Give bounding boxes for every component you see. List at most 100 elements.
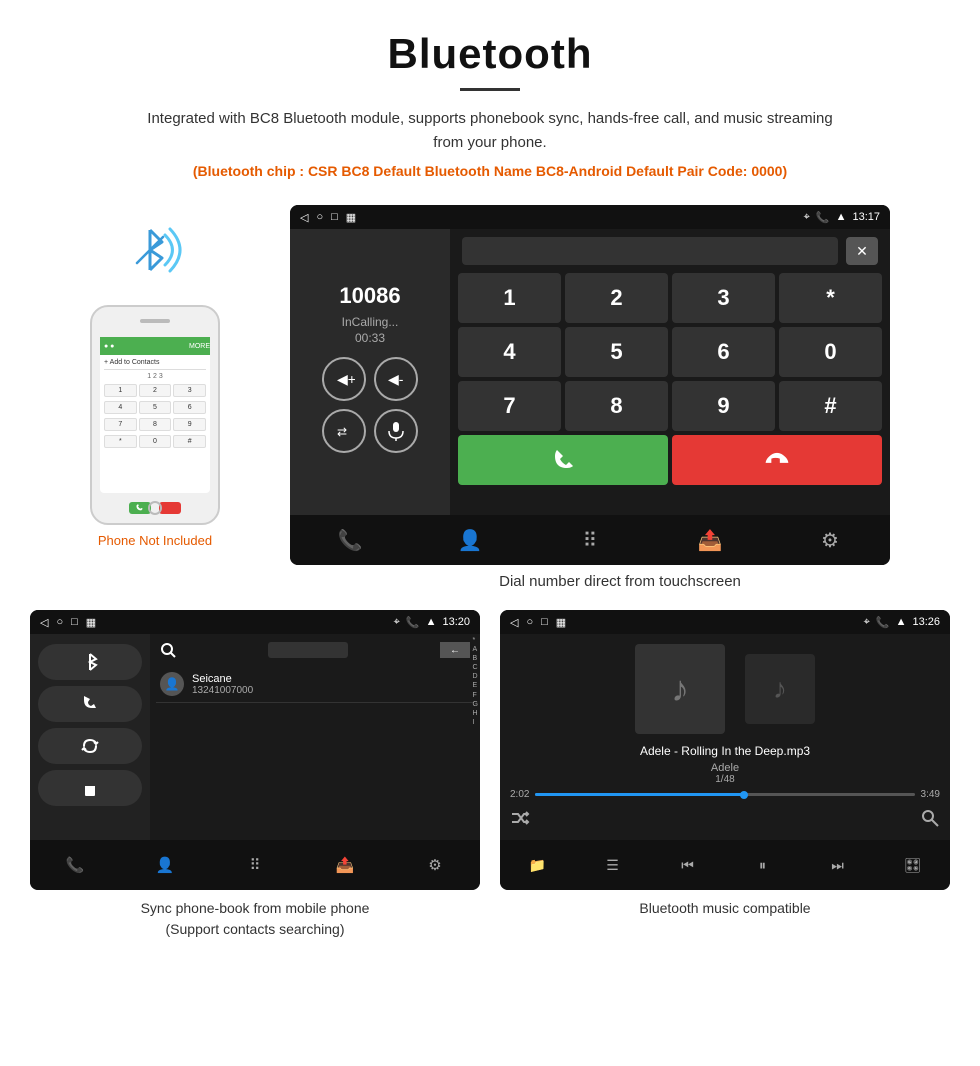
volume-up-icon: ◀+ bbox=[333, 368, 355, 390]
transfer-btn[interactable]: ⇄ bbox=[322, 409, 366, 453]
pb-screenshot-icon[interactable]: ▦ bbox=[86, 616, 96, 629]
phone-home-btn[interactable] bbox=[148, 501, 162, 515]
phone-not-included-label: Phone Not Included bbox=[98, 533, 212, 548]
dial-nav-bar: 📞 👤 ⠿ 📤 ⚙ bbox=[290, 515, 890, 565]
music-nav-folder-icon[interactable]: 📁 bbox=[518, 857, 558, 874]
music-screenshot-icon[interactable]: ▦ bbox=[556, 616, 566, 629]
music-nav-play-icon[interactable]: ⏸ bbox=[743, 857, 783, 874]
phone-key[interactable]: 2 bbox=[139, 384, 172, 397]
pb-nav-transfer-icon[interactable]: 📤 bbox=[325, 856, 365, 874]
shuffle-icon[interactable] bbox=[510, 808, 530, 828]
key-4[interactable]: 4 bbox=[458, 327, 561, 377]
call-btn[interactable] bbox=[458, 435, 668, 485]
page-header: Bluetooth Integrated with BC8 Bluetooth … bbox=[0, 0, 980, 195]
home-circle-icon[interactable]: ○ bbox=[316, 211, 323, 224]
back-arrow-icon[interactable]: ◁ bbox=[300, 211, 308, 224]
music-time-current: 2:02 bbox=[510, 789, 529, 800]
phone-key[interactable]: # bbox=[173, 435, 206, 448]
pb-back-icon[interactable]: ◁ bbox=[40, 616, 48, 629]
phone-end-btn[interactable] bbox=[159, 502, 181, 514]
phone-keypad-row4: * 0 # bbox=[104, 435, 206, 448]
phone-screen: ● ● MORE + Add to Contacts 1 2 3 1 2 3 bbox=[100, 337, 210, 493]
nav-transfer-icon[interactable]: 📤 bbox=[690, 528, 730, 553]
phone-key[interactable]: 7 bbox=[104, 418, 137, 431]
key-5[interactable]: 5 bbox=[565, 327, 668, 377]
key-6[interactable]: 6 bbox=[672, 327, 775, 377]
nav-contacts-icon[interactable]: 👤 bbox=[450, 528, 490, 553]
search-music-icon[interactable] bbox=[920, 808, 940, 828]
contact-avatar: 👤 bbox=[160, 672, 184, 696]
pb-home-icon[interactable]: ○ bbox=[56, 616, 63, 629]
dial-input-field[interactable] bbox=[462, 237, 838, 265]
phone-screen-header: ● ● MORE bbox=[100, 337, 210, 355]
screenshot-icon[interactable]: ▦ bbox=[346, 211, 356, 224]
mic-btn[interactable] bbox=[374, 409, 418, 453]
music-home-icon[interactable]: ○ bbox=[526, 616, 533, 629]
music-status-bar: ◁ ○ □ ▦ ⌖ 📞 ▲ 13:26 bbox=[500, 610, 950, 634]
key-2[interactable]: 2 bbox=[565, 273, 668, 323]
music-screen: ◁ ○ □ ▦ ⌖ 📞 ▲ 13:26 bbox=[500, 610, 950, 890]
pb-status-right: ⌖ 📞 ▲ 13:20 bbox=[394, 616, 470, 629]
phone-key[interactable]: * bbox=[104, 435, 137, 448]
transfer-icon: ⇄ bbox=[333, 420, 355, 442]
phone-key[interactable]: 1 bbox=[104, 384, 137, 397]
pb-contact-entry[interactable]: 👤 Seicane 13241007000 bbox=[156, 666, 474, 703]
search-input[interactable] bbox=[268, 642, 348, 658]
page-title: Bluetooth bbox=[20, 30, 960, 78]
end-btn[interactable] bbox=[672, 435, 882, 485]
key-7[interactable]: 7 bbox=[458, 381, 561, 431]
music-time-total: 3:49 bbox=[921, 789, 940, 800]
key-1[interactable]: 1 bbox=[458, 273, 561, 323]
key-0[interactable]: 0 bbox=[779, 327, 882, 377]
dial-delete-btn[interactable]: ✕ bbox=[846, 237, 878, 265]
music-back-icon[interactable]: ◁ bbox=[510, 616, 518, 629]
nav-settings-icon[interactable]: ⚙ bbox=[810, 528, 850, 553]
key-8[interactable]: 8 bbox=[565, 381, 668, 431]
phone-key[interactable]: 9 bbox=[173, 418, 206, 431]
call-status-icon: 📞 bbox=[816, 211, 830, 224]
nav-keypad-icon[interactable]: ⠿ bbox=[570, 528, 610, 553]
search-icon[interactable] bbox=[160, 642, 176, 658]
back-btn[interactable]: ← bbox=[440, 642, 470, 658]
pb-nav-contacts-icon[interactable]: 👤 bbox=[145, 856, 185, 874]
phone-key[interactable]: 3 bbox=[173, 384, 206, 397]
dial-screen-container: ◁ ○ □ ▦ ⌖ 📞 ▲ 13:17 bbox=[290, 205, 950, 590]
phone-illustration: ● ● MORE + Add to Contacts 1 2 3 1 2 3 bbox=[90, 305, 220, 525]
pb-nav-keypad-icon[interactable]: ⠿ bbox=[235, 856, 275, 874]
key-3[interactable]: 3 bbox=[672, 273, 775, 323]
music-nav-list-icon[interactable]: ☰ bbox=[593, 857, 633, 874]
pb-recents-icon[interactable]: □ bbox=[71, 616, 78, 629]
pb-call-icon: 📞 bbox=[406, 616, 420, 629]
pb-call-btn[interactable] bbox=[38, 686, 142, 722]
key-9[interactable]: 9 bbox=[672, 381, 775, 431]
music-progress-bar[interactable] bbox=[535, 793, 914, 796]
key-star[interactable]: * bbox=[779, 273, 882, 323]
dial-screen-caption: Dial number direct from touchscreen bbox=[290, 573, 950, 590]
pb-delete-btn[interactable] bbox=[38, 770, 142, 806]
pb-contacts-list: ← * A B C D E F G H bbox=[150, 634, 480, 840]
bluetooth-icon bbox=[80, 652, 100, 672]
phone-key[interactable]: 8 bbox=[139, 418, 172, 431]
svg-text:◀+: ◀+ bbox=[337, 371, 355, 387]
contact-number: 13241007000 bbox=[192, 685, 253, 696]
phone-key[interactable]: 4 bbox=[104, 401, 137, 414]
volume-down-btn[interactable]: ◀- bbox=[374, 357, 418, 401]
key-hash[interactable]: # bbox=[779, 381, 882, 431]
nav-call-icon[interactable]: 📞 bbox=[330, 528, 370, 553]
pb-nav-settings-icon[interactable]: ⚙ bbox=[415, 856, 455, 874]
contact-name: Seicane bbox=[192, 673, 253, 685]
pb-nav-call-icon[interactable]: 📞 bbox=[55, 856, 95, 874]
pb-nav-bar: 📞 👤 ⠿ 📤 ⚙ bbox=[30, 840, 480, 890]
phone-key[interactable]: 5 bbox=[139, 401, 172, 414]
volume-up-btn[interactable]: ◀+ bbox=[322, 357, 366, 401]
phone-key[interactable]: 0 bbox=[139, 435, 172, 448]
pb-bluetooth-btn[interactable] bbox=[38, 644, 142, 680]
phone-key[interactable]: 6 bbox=[173, 401, 206, 414]
recents-square-icon[interactable]: □ bbox=[331, 211, 338, 224]
music-nav-eq-icon[interactable]: 🎛 bbox=[893, 857, 933, 874]
dial-call-timer: 00:33 bbox=[355, 331, 385, 345]
pb-sync-btn[interactable] bbox=[38, 728, 142, 764]
music-nav-prev-icon[interactable]: ⏮ bbox=[668, 857, 708, 874]
music-nav-next-icon[interactable]: ⏭ bbox=[818, 857, 858, 874]
music-recents-icon[interactable]: □ bbox=[541, 616, 548, 629]
